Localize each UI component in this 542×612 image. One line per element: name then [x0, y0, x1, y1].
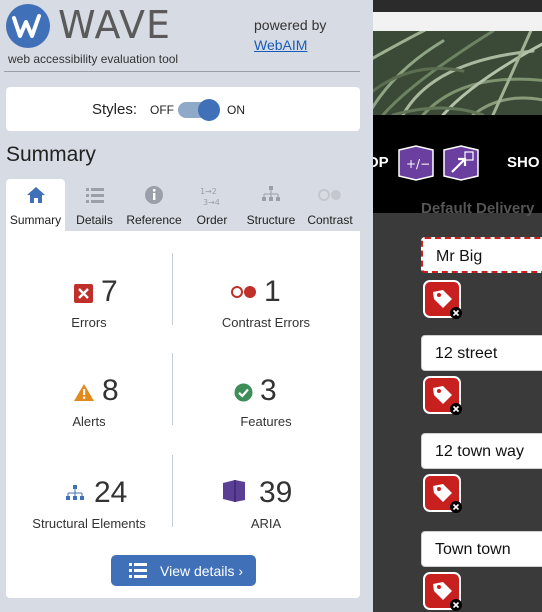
- tab-details[interactable]: Details: [67, 179, 122, 231]
- name-field[interactable]: Mr Big: [421, 237, 542, 273]
- alert-icon: [73, 383, 95, 407]
- page-address-bar[interactable]: [373, 12, 542, 31]
- summary-heading: Summary: [6, 143, 96, 166]
- nav-item[interactable]: OP: [373, 154, 389, 171]
- svg-text:3→4: 3→4: [203, 198, 220, 207]
- view-details-label: View details ›: [160, 563, 244, 579]
- webaim-link[interactable]: WebAIM: [254, 37, 307, 53]
- tab-label: Contrast: [307, 213, 353, 227]
- order-icon: 1→2 3→4: [186, 185, 238, 207]
- styles-toggle-knob[interactable]: [198, 99, 220, 121]
- wave-logo-icon: [6, 4, 50, 48]
- page-topbar: [373, 0, 542, 12]
- wave-aria-badge-icon[interactable]: [443, 145, 479, 181]
- errors-count: 7: [101, 275, 118, 308]
- street-field[interactable]: 12 street: [421, 335, 542, 371]
- town-way-field[interactable]: 12 town way: [421, 433, 542, 469]
- styles-label: Styles:: [92, 101, 138, 118]
- hero-image: [373, 31, 542, 115]
- contrast-errors-label: Contrast Errors: [221, 315, 311, 330]
- info-icon: [122, 185, 186, 205]
- tab-label: Reference: [126, 213, 182, 227]
- wave-error-tag-icon[interactable]: [423, 474, 463, 514]
- tab-summary[interactable]: Summary: [6, 179, 65, 231]
- features-label: Features: [240, 414, 292, 429]
- wave-subtitle: web accessibility evaluation tool: [8, 52, 179, 66]
- wave-error-tag-icon[interactable]: [423, 280, 463, 320]
- powered-by-text: powered by: [254, 17, 327, 33]
- alerts-label: Alerts: [72, 414, 106, 429]
- styles-toggle-panel: Styles: OFF ON: [6, 87, 360, 131]
- styles-off-label: OFF: [150, 103, 174, 117]
- svg-text:+/−: +/−: [406, 157, 430, 171]
- list-icon: [67, 185, 122, 205]
- structure-icon: [64, 485, 86, 509]
- tab-label: Structure: [246, 213, 296, 227]
- section-heading: Default Delivery: [421, 200, 535, 217]
- wave-header: WAVE web accessibility evaluation tool p…: [0, 0, 373, 72]
- structural-elements-label: Structural Elements: [32, 516, 146, 531]
- wave-sidebar: WAVE web accessibility evaluation tool p…: [0, 0, 373, 612]
- svg-text:1→2: 1→2: [200, 187, 217, 196]
- styles-on-label: ON: [227, 103, 245, 117]
- town-field[interactable]: Town town: [421, 531, 542, 567]
- page-navigation: OP +/− SHO: [373, 115, 542, 213]
- tab-order[interactable]: 1→2 3→4 Order: [186, 179, 238, 231]
- home-icon: [6, 185, 65, 205]
- aria-count: 39: [259, 476, 293, 509]
- contrast-icon: [302, 185, 358, 205]
- tab-structure[interactable]: Structure: [242, 179, 300, 231]
- view-details-button[interactable]: View details ›: [111, 555, 256, 586]
- features-count: 3: [260, 374, 277, 407]
- tab-label: Order: [196, 213, 228, 227]
- wave-error-tag-icon[interactable]: [423, 572, 463, 612]
- feature-icon: [234, 383, 253, 407]
- contrast-error-icon: [230, 284, 258, 305]
- wave-aria-badge-icon[interactable]: +/−: [398, 145, 434, 181]
- wave-error-tag-icon[interactable]: [423, 376, 463, 416]
- error-icon: [74, 284, 93, 308]
- wave-title: WAVE: [58, 3, 172, 47]
- contrast-errors-count: 1: [264, 275, 281, 308]
- evaluated-page: OP +/− SHO Default Delivery Mr Big 12 st…: [373, 0, 542, 612]
- aria-label: ARIA: [250, 516, 282, 531]
- alerts-count: 8: [102, 374, 119, 407]
- errors-label: Errors: [71, 315, 107, 330]
- structural-elements-count: 24: [94, 476, 128, 509]
- nav-item[interactable]: SHO: [507, 154, 540, 171]
- header-divider: [4, 71, 360, 72]
- panel-tabs: Summary Details Reference 1→2 3→4 Order S…: [6, 179, 360, 231]
- tab-contrast[interactable]: Contrast: [302, 179, 358, 231]
- tab-label: Details: [76, 213, 113, 227]
- tab-label: Summary: [9, 213, 62, 227]
- aria-icon: [222, 479, 246, 508]
- tab-reference[interactable]: Reference: [122, 179, 186, 231]
- summary-panel: 7 Errors 1 Contrast Errors 8 Alerts 3 Fe…: [6, 231, 360, 598]
- structure-icon: [242, 185, 300, 205]
- list-icon: [129, 563, 147, 581]
